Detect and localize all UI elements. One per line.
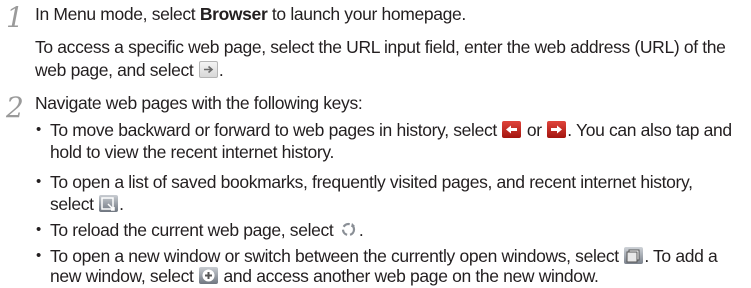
step-2-intro: Navigate web pages with the following ke… (35, 93, 363, 113)
back-arrow-icon (502, 121, 522, 138)
bullet: • (36, 121, 41, 138)
bullet: • (36, 221, 41, 238)
bullet-4-line-2: new window, select and access another we… (50, 266, 599, 286)
bullet: • (36, 247, 41, 264)
bullet-2-line-2: select . (50, 194, 124, 214)
bullet-1-line-1: To move backward or forward to web pages… (50, 120, 732, 140)
step-1-line-3: web page, and select . (35, 60, 224, 80)
new-window-icon (199, 267, 219, 284)
bullet: • (36, 173, 41, 190)
bookmarks-icon (99, 195, 119, 212)
forward-arrow-icon (547, 121, 567, 138)
step-1-line-1: In Menu mode, select Browser to launch y… (35, 4, 466, 24)
bullet-2-line-1: To open a list of saved bookmarks, frequ… (50, 172, 693, 192)
bullet-1-line-2: hold to view the recent internet history… (50, 142, 334, 162)
windows-icon (624, 247, 644, 264)
step-number: 1 (6, 1, 24, 34)
browser-label: Browser (199, 4, 268, 24)
go-arrow-icon (198, 61, 218, 78)
bullet-3-line: To reload the current web page, select . (50, 220, 364, 240)
step-1-line-2: To access a specific web page, select th… (35, 37, 726, 57)
reload-icon (339, 221, 358, 238)
step-number: 2 (6, 91, 24, 124)
